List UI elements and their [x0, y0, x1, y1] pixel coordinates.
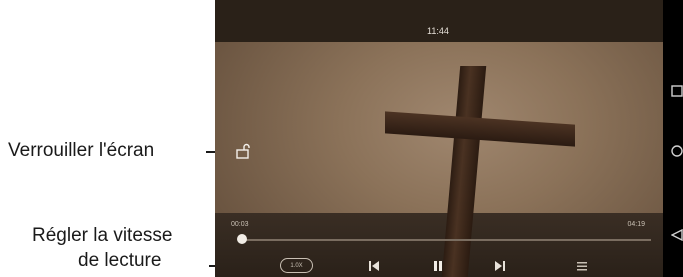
- speed-callout-line1: Régler la vitesse: [32, 225, 173, 246]
- back-button[interactable]: [670, 228, 683, 246]
- menu-icon: [577, 262, 587, 271]
- previous-button[interactable]: [368, 260, 380, 272]
- circle-icon: [671, 145, 683, 157]
- home-button[interactable]: [671, 144, 683, 162]
- recents-button[interactable]: [671, 84, 683, 102]
- total-time: 04:19: [627, 221, 645, 228]
- status-clock: 11:44: [427, 26, 449, 36]
- pause-icon: [434, 261, 442, 271]
- unlock-icon[interactable]: [236, 143, 250, 159]
- seek-handle[interactable]: [237, 234, 247, 244]
- seek-bar[interactable]: [241, 239, 651, 241]
- skip-previous-icon: [369, 261, 379, 271]
- playback-speed-button[interactable]: 1.0X: [280, 258, 313, 273]
- video-player[interactable]: 11:44 00:03 04:19: [215, 0, 663, 277]
- lock-screen-callout: Verrouiller l'écran: [8, 140, 155, 161]
- navigation-bar: [663, 0, 683, 277]
- square-icon: [671, 85, 683, 97]
- skip-next-icon: [495, 261, 505, 271]
- pause-button[interactable]: [432, 260, 444, 272]
- triangle-back-icon: [670, 228, 683, 242]
- video-frame-cross: [441, 66, 487, 277]
- elapsed-time: 00:03: [231, 221, 249, 228]
- next-button[interactable]: [494, 260, 506, 272]
- playlist-menu-button[interactable]: [576, 260, 588, 272]
- speed-callout-line2: de lecture: [78, 250, 162, 271]
